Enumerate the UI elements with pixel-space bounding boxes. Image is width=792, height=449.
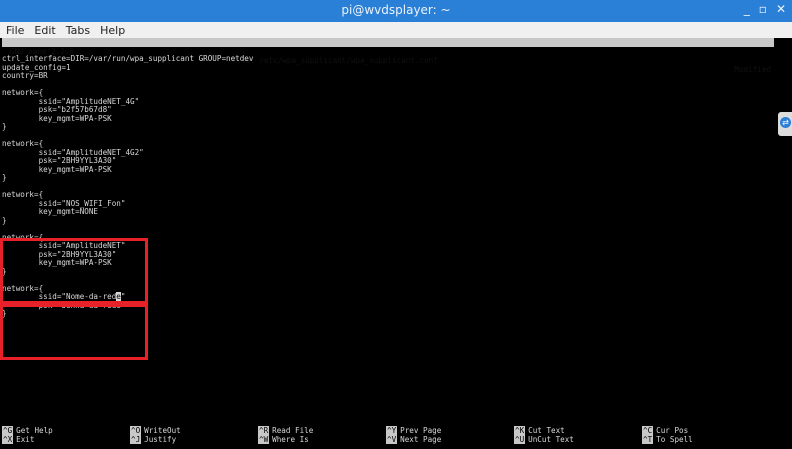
shortcut-key: ^V	[386, 435, 398, 444]
shortcut-key: ^C	[642, 426, 654, 435]
content-line: }	[2, 215, 7, 225]
shortcut-item[interactable]: ^C Cur Pos	[642, 426, 688, 435]
minimize-icon[interactable]: _	[744, 2, 750, 16]
shortcut-label: Cut Text	[528, 426, 565, 435]
shortcut-label: Where Is	[272, 435, 309, 444]
shortcut-item[interactable]: ^W Where Is	[258, 435, 309, 444]
shortcut-key: ^W	[258, 435, 270, 444]
shortcut-label: Exit	[16, 435, 35, 444]
content-line: country=BR	[2, 71, 48, 80]
shortcut-label: WriteOut	[144, 426, 181, 435]
shortcut-key: ^X	[2, 435, 14, 444]
shortcut-label: Cur Pos	[656, 426, 689, 435]
nano-filename: File: /etc/wpa_supplicant/wpa_supplicant…	[232, 56, 438, 65]
shortcut-item[interactable]: ^R Read File	[258, 426, 313, 435]
menu-tabs[interactable]: Tabs	[66, 24, 90, 37]
nano-status: Modified	[734, 65, 771, 74]
shortcut-key: ^G	[2, 426, 14, 435]
content-line: }	[2, 173, 7, 182]
shortcut-item[interactable]: ^G Get Help	[2, 426, 53, 435]
shortcut-label: UnCut Text	[528, 435, 574, 444]
shortcut-key: ^U	[514, 435, 526, 444]
shortcut-label: To Spell	[656, 435, 693, 444]
shortcut-label: Read File	[272, 426, 314, 435]
window-titlebar[interactable]: pi@wvdsplayer: ~ _ ▫ ✕	[0, 0, 792, 22]
shortcut-item[interactable]: ^V Next Page	[386, 435, 441, 444]
shortcut-label: Next Page	[400, 435, 442, 444]
content-line: key_mgmt=WPA-PSK	[2, 164, 112, 174]
menu-file[interactable]: File	[6, 24, 24, 37]
nano-header: GNU nano 2.2.6 File: /etc/wpa_supplicant…	[2, 38, 774, 74]
highlight-box-1	[0, 238, 148, 304]
shortcut-label: Prev Page	[400, 426, 442, 435]
shortcut-item[interactable]: ^K Cut Text	[514, 426, 565, 435]
menu-edit[interactable]: Edit	[34, 24, 55, 37]
terminal-area[interactable]: GNU nano 2.2.6 File: /etc/wpa_supplicant…	[0, 38, 792, 449]
shortcut-key: ^K	[514, 426, 526, 435]
sync-icon[interactable]: ⇄	[780, 117, 791, 128]
shortcut-item[interactable]: ^U UnCut Text	[514, 435, 574, 444]
content-line: key_mgmt=WPA-PSK	[2, 113, 112, 123]
shortcut-key: ^R	[258, 426, 270, 435]
shortcut-item[interactable]: ^X Exit	[2, 435, 34, 444]
shortcut-label: Get Help	[16, 426, 53, 435]
shortcut-key: ^T	[642, 435, 654, 444]
highlight-box-2	[0, 304, 148, 360]
shortcut-item[interactable]: ^Y Prev Page	[386, 426, 441, 435]
shortcut-key: ^O	[130, 426, 142, 435]
menu-bar: File Edit Tabs Help	[0, 22, 792, 38]
nano-shortcut-bar: ^G Get Help ^O WriteOut ^R Read File ^Y Prev Pa…	[2, 426, 782, 446]
shortcut-label: Justify	[144, 435, 177, 444]
side-widget[interactable]: ⇄	[778, 112, 792, 136]
window-controls: _ ▫ ✕	[744, 2, 786, 16]
window-title: pi@wvdsplayer: ~	[341, 3, 451, 17]
shortcut-item[interactable]: ^T To Spell	[642, 435, 693, 444]
menu-help[interactable]: Help	[100, 24, 125, 37]
shortcut-key: ^Y	[386, 426, 398, 435]
content-line: key_mgmt=NONE	[2, 207, 99, 216]
shortcut-item[interactable]: ^O WriteOut	[130, 426, 181, 435]
shortcut-item[interactable]: ^J Justify	[130, 435, 176, 444]
content-line: }	[2, 122, 7, 131]
close-icon[interactable]: ✕	[776, 2, 786, 16]
maximize-icon[interactable]: ▫	[759, 2, 767, 16]
shortcut-key: ^J	[130, 435, 142, 444]
